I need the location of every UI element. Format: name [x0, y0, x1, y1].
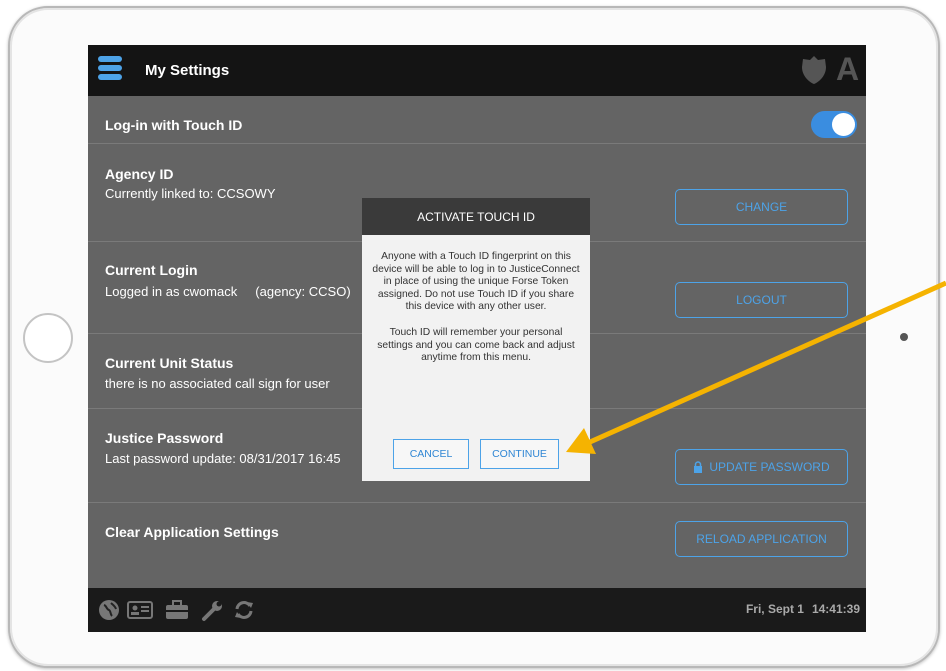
shield-badge-icon: [802, 56, 826, 84]
password-value: Last password update: 08/31/2017 16:45: [105, 451, 341, 466]
dialog-title: ACTIVATE TOUCH ID: [362, 198, 590, 235]
dialog-paragraph-info: Touch ID will remember your personal set…: [377, 326, 575, 364]
continue-button[interactable]: CONTINUE: [480, 439, 559, 469]
reload-application-button[interactable]: RELOAD APPLICATION: [675, 521, 848, 557]
refresh-icon[interactable]: [232, 598, 256, 622]
user-initial: A: [836, 51, 860, 87]
logout-button[interactable]: LOGOUT: [675, 282, 848, 318]
date-time: Fri, Sept 1 14:41:39: [746, 602, 860, 616]
camera-dot: [900, 333, 908, 341]
cancel-button[interactable]: CANCEL: [393, 439, 469, 469]
lock-icon: [694, 461, 703, 473]
top-bar: My Settings A: [88, 45, 866, 96]
agency-value: Currently linked to: CCSOWY: [105, 186, 276, 201]
login-value: Logged in as cwomack (agency: CCSO): [105, 284, 351, 299]
date-label: Fri, Sept 1: [745, 602, 804, 616]
globe-icon[interactable]: [97, 598, 121, 622]
app-screen: My Settings A Log-in with Touch ID Agenc…: [88, 45, 866, 632]
touch-id-toggle[interactable]: [811, 111, 857, 138]
wrench-icon[interactable]: [201, 598, 225, 622]
agency-label: Agency ID: [105, 166, 174, 182]
briefcase-icon[interactable]: [164, 598, 190, 622]
change-button[interactable]: CHANGE: [675, 189, 848, 225]
touch-id-label: Log-in with Touch ID: [105, 117, 243, 133]
unit-value: there is no associated call sign for use…: [105, 376, 330, 391]
dialog-body: Anyone with a Touch ID fingerprint on th…: [362, 235, 590, 365]
menu-icon[interactable]: [98, 56, 122, 86]
home-button[interactable]: [23, 313, 73, 363]
update-password-label: UPDATE PASSWORD: [709, 460, 830, 474]
id-card-icon[interactable]: [127, 598, 153, 622]
toggle-knob: [832, 113, 855, 136]
unit-label: Current Unit Status: [105, 355, 234, 371]
page-title: My Settings: [145, 62, 230, 79]
activate-touch-id-dialog: ACTIVATE TOUCH ID Anyone with a Touch ID…: [362, 198, 590, 481]
setting-row-touch-id: Log-in with Touch ID: [88, 96, 866, 144]
password-label: Justice Password: [105, 430, 224, 446]
clear-label: Clear Application Settings: [105, 524, 279, 540]
bottom-bar: Fri, Sept 1 14:41:39: [88, 588, 866, 632]
time-label: 14:41:39: [811, 602, 860, 616]
login-label: Current Login: [105, 262, 198, 278]
dialog-paragraph-warning: Anyone with a Touch ID fingerprint on th…: [372, 251, 580, 313]
update-password-button[interactable]: UPDATE PASSWORD: [675, 449, 848, 485]
